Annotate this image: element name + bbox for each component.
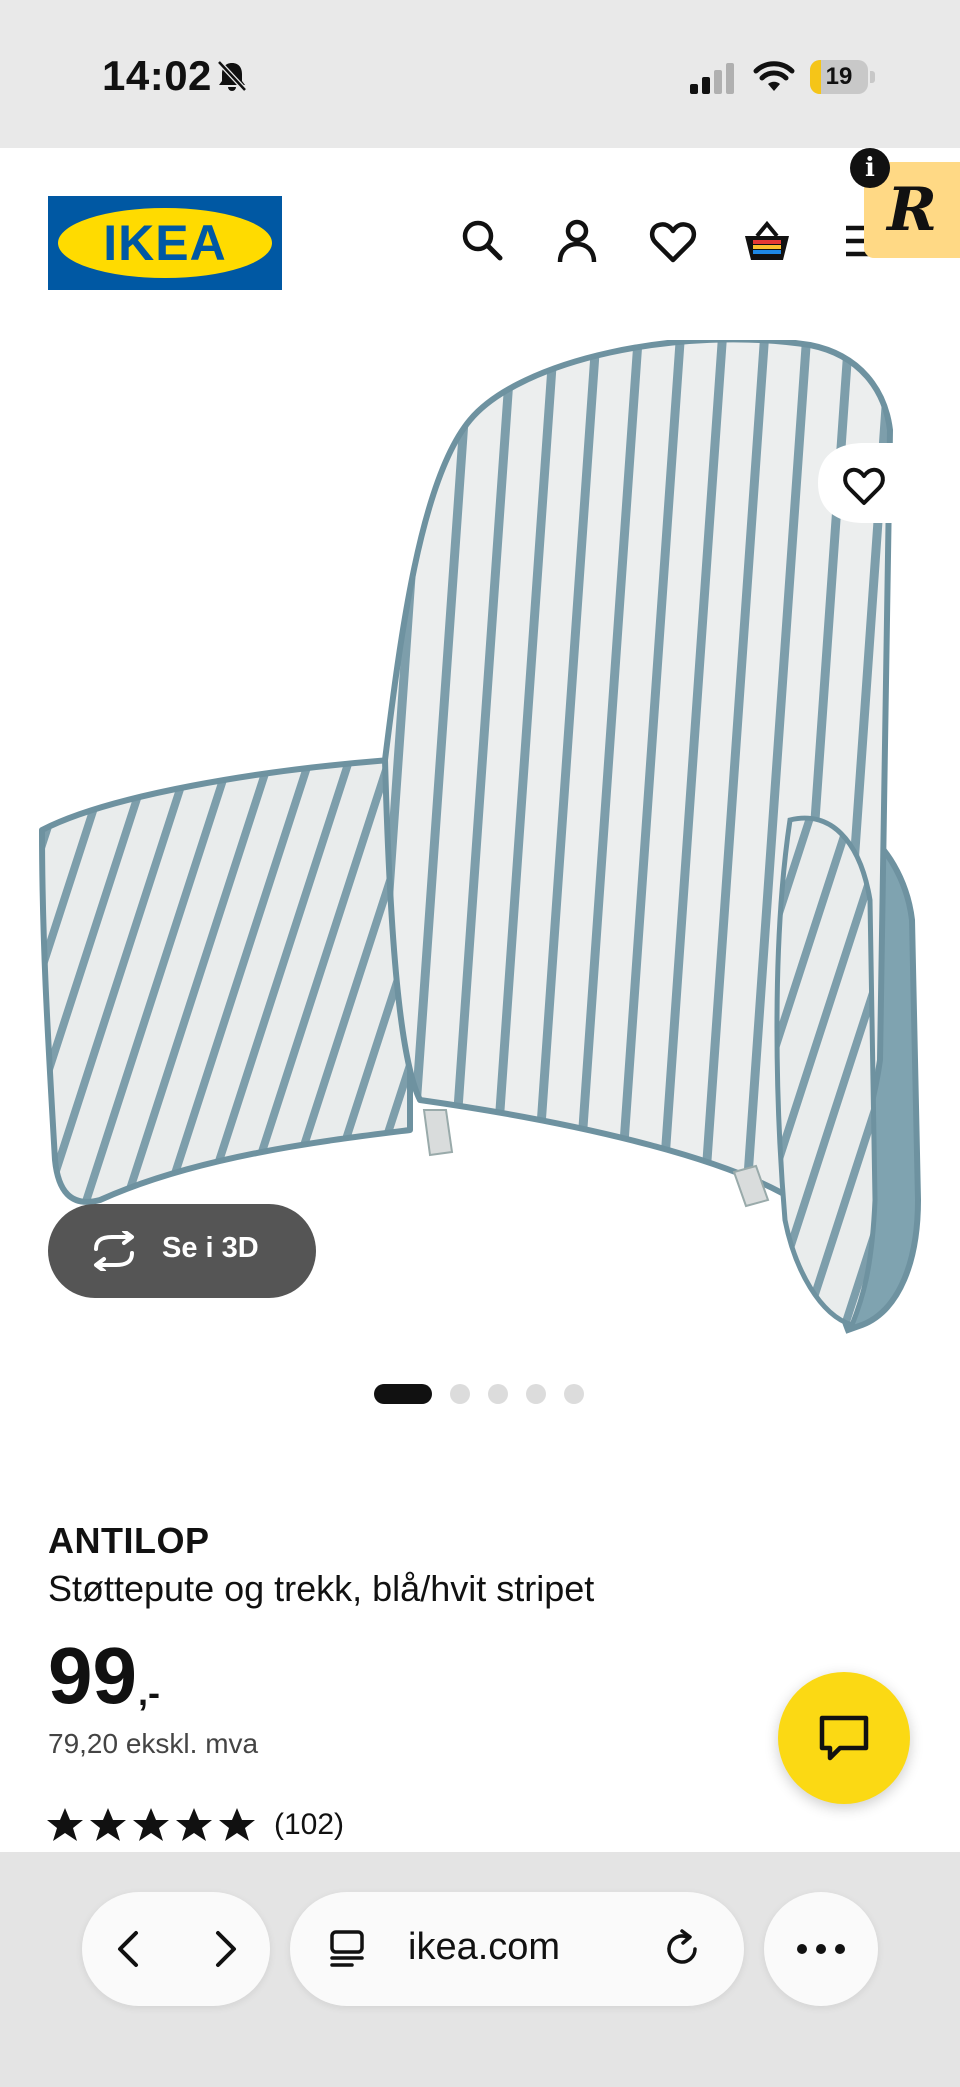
basket-icon[interactable] (742, 216, 792, 266)
forward-icon[interactable] (204, 1929, 244, 1969)
battery-icon: 19 (810, 60, 875, 94)
star-icon (133, 1808, 169, 1841)
carousel-dot[interactable] (526, 1384, 546, 1404)
more-icon (797, 1944, 845, 1954)
more-button[interactable] (764, 1892, 878, 2006)
rotate-3d-icon (94, 1231, 134, 1271)
reader-icon[interactable] (326, 1928, 368, 1970)
ikea-logo[interactable]: IKEA (48, 196, 282, 290)
star-icon (47, 1808, 83, 1841)
nav-buttons (82, 1892, 270, 2006)
status-time: 14:02 (102, 52, 212, 99)
back-icon[interactable] (110, 1929, 150, 1969)
product-name: ANTILOP (48, 1520, 210, 1561)
bell-off-icon (217, 60, 247, 92)
product-description: Støttepute og trekk, blå/hvit stripet (48, 1568, 595, 1609)
star-icon (90, 1808, 126, 1841)
reload-icon[interactable] (662, 1928, 704, 1970)
price: 99 (48, 1631, 137, 1720)
view-3d-label: Se i 3D (162, 1232, 259, 1264)
star-icon (176, 1808, 212, 1841)
review-count[interactable]: (102) (274, 1808, 344, 1842)
heart-icon[interactable] (648, 216, 698, 266)
cellular-signal-icon (690, 63, 734, 94)
info-icon[interactable]: i (850, 148, 890, 188)
chat-icon (819, 1715, 869, 1761)
account-icon[interactable] (552, 216, 602, 266)
logo-text: IKEA (103, 215, 227, 271)
star-icon (219, 1808, 255, 1841)
search-icon[interactable] (458, 216, 508, 266)
price-suffix: ,- (138, 1672, 160, 1713)
favorite-button[interactable] (818, 443, 910, 523)
view-3d-button[interactable]: Se i 3D (48, 1204, 316, 1298)
carousel-dot[interactable] (450, 1384, 470, 1404)
carousel-dot[interactable] (488, 1384, 508, 1404)
carousel-dot[interactable] (374, 1384, 432, 1404)
wifi-icon (753, 61, 795, 91)
product-image[interactable] (0, 340, 960, 1340)
address-bar[interactable]: ikea.com (290, 1892, 744, 2006)
carousel-dot[interactable] (564, 1384, 584, 1404)
price-excl-vat: 79,20 ekskl. mva (48, 1728, 259, 1759)
url-text: ikea.com (408, 1926, 561, 1968)
chat-button[interactable] (778, 1672, 910, 1804)
status-bar: 14:02 19 (0, 0, 960, 148)
battery-level: 19 (825, 63, 853, 90)
